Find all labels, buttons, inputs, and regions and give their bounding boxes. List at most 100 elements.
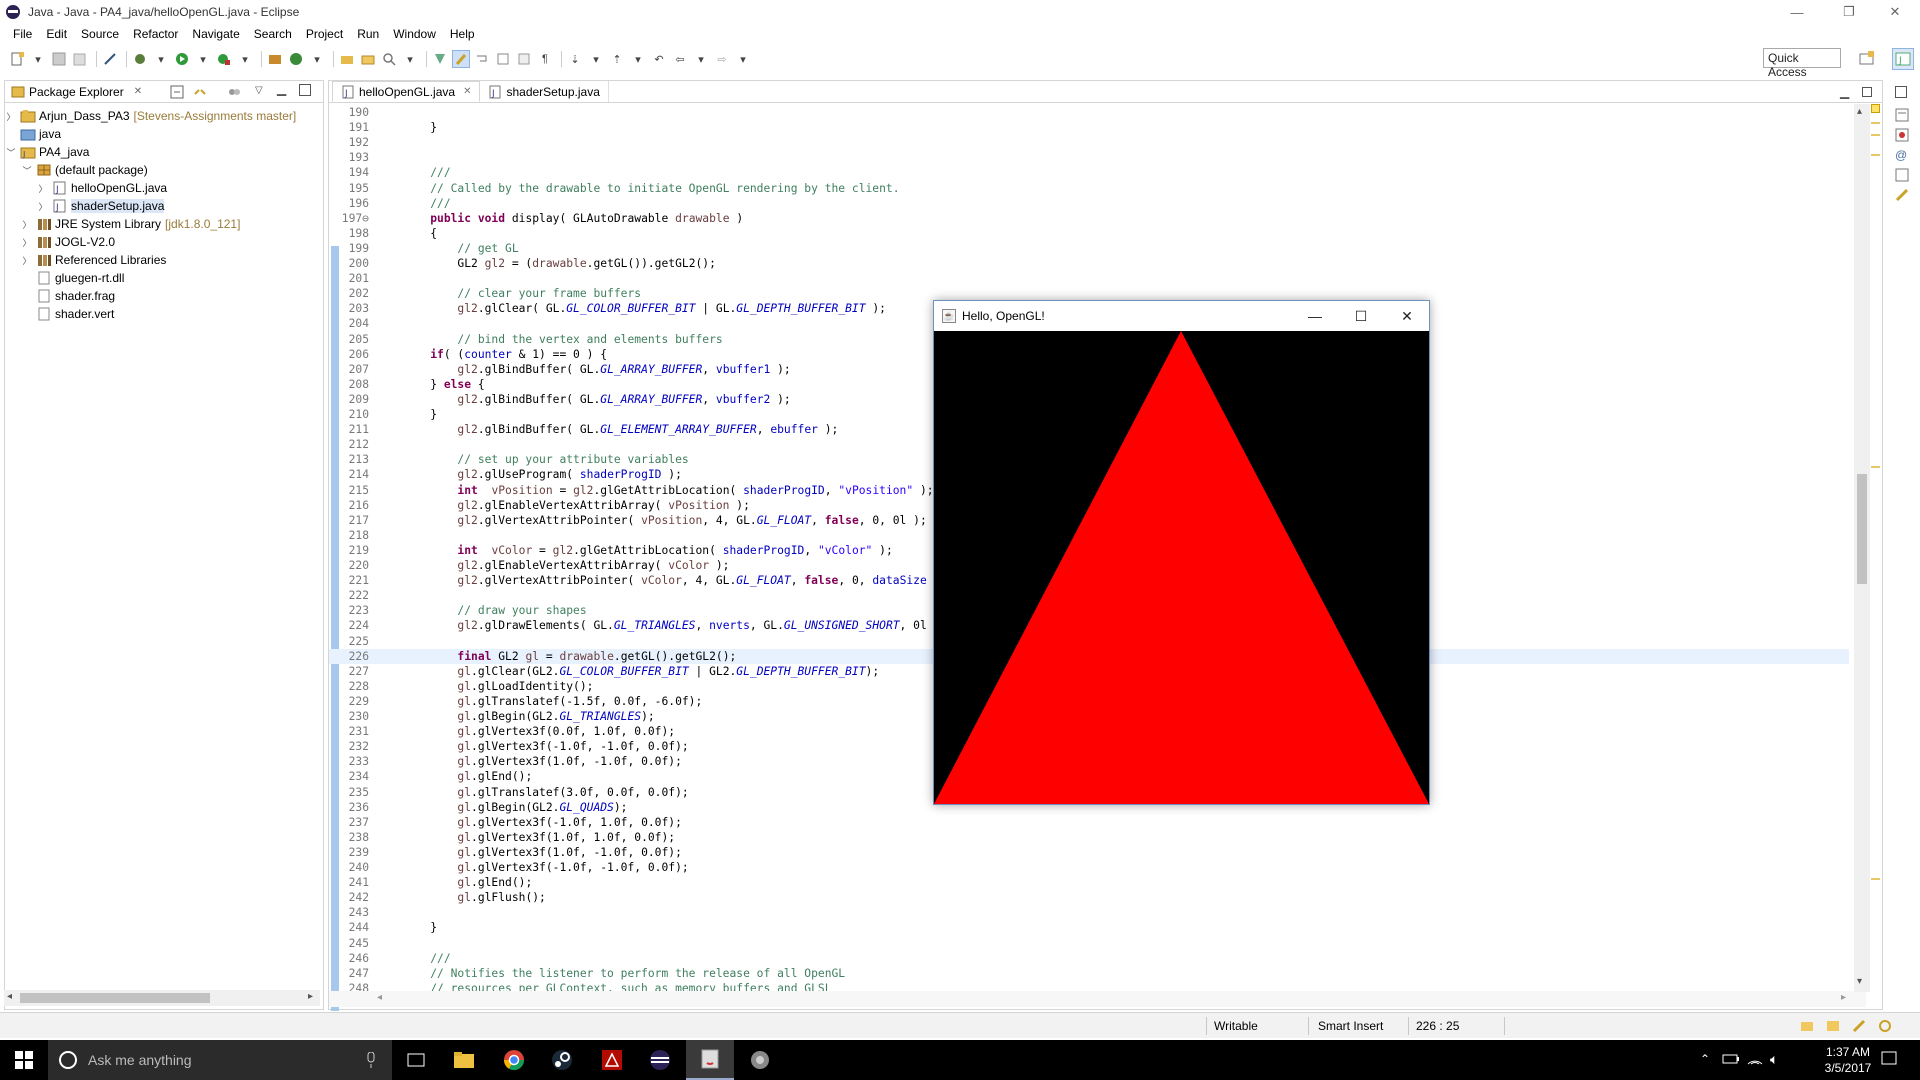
maximize-view-icon[interactable] xyxy=(299,84,311,96)
tree-item-shadersetup-java[interactable]: 〉 J shaderSetup.java xyxy=(37,197,165,215)
opengl-window[interactable]: ☕ Hello, OpenGL! — ☐ ✕ xyxy=(933,300,1430,805)
opengl-canvas[interactable] xyxy=(934,331,1429,804)
outline-icon[interactable] xyxy=(1895,188,1909,202)
warning-marker[interactable] xyxy=(1871,104,1880,113)
close-button[interactable]: ✕ xyxy=(1872,0,1918,24)
editor-hscrollbar[interactable]: ◂ ▸ xyxy=(329,991,1866,1007)
forward-icon[interactable]: ⇨ xyxy=(713,50,731,68)
close-tab-icon[interactable]: ✕ xyxy=(463,86,471,97)
gear-icon[interactable] xyxy=(1878,1019,1892,1033)
scroll-thumb[interactable] xyxy=(20,993,210,1003)
view-menu-icon[interactable]: ▽ xyxy=(255,85,267,99)
save-icon[interactable] xyxy=(50,50,68,68)
tree-item-shader-vert[interactable]: shader.vert xyxy=(21,305,114,323)
block-selection-icon[interactable] xyxy=(494,50,512,68)
book-icon[interactable] xyxy=(1826,1019,1840,1033)
tree-item-default-package[interactable]: ﹀ (default package) xyxy=(21,161,147,179)
declaration-icon[interactable] xyxy=(1895,168,1909,182)
code-line[interactable]: 238 gl.glVertex3f(1.0f, 1.0f, 0.0f); xyxy=(329,830,1849,845)
javadoc-icon[interactable]: @ xyxy=(1895,148,1909,162)
toggle-breadcrumb-icon[interactable] xyxy=(431,50,449,68)
minimize-button[interactable]: — xyxy=(1774,0,1820,24)
expand-icon[interactable]: 〉 xyxy=(21,254,33,267)
code-line[interactable]: 241 gl.glEnd(); xyxy=(329,875,1849,890)
code-line[interactable]: 199 // get GL xyxy=(329,241,1849,256)
code-line[interactable]: 198 { xyxy=(329,226,1849,241)
tree-item-java[interactable]: java xyxy=(5,125,61,143)
system-clock[interactable]: 1:37 AM 3/5/2017 xyxy=(1808,1044,1888,1076)
dropdown-icon[interactable]: ▾ xyxy=(29,50,47,68)
menu-file[interactable]: File xyxy=(6,27,39,41)
new-java-class-icon[interactable] xyxy=(287,50,305,68)
menu-refactor[interactable]: Refactor xyxy=(126,27,185,41)
pencil-icon[interactable] xyxy=(1852,1019,1866,1033)
action-center-icon[interactable] xyxy=(1880,1050,1898,1068)
package-explorer-close[interactable]: ✕ xyxy=(134,86,142,97)
code-line[interactable]: 246 /// xyxy=(329,951,1849,966)
collapse-icon[interactable]: ﹀ xyxy=(21,164,33,177)
quick-access-field[interactable]: Quick Access xyxy=(1763,48,1841,79)
external-tools-icon[interactable] xyxy=(215,50,233,68)
link-with-editor-icon[interactable] xyxy=(193,85,207,99)
eclipse-app[interactable] xyxy=(636,1040,684,1080)
open-type-icon[interactable] xyxy=(338,50,356,68)
maximize-editor-icon[interactable] xyxy=(1862,87,1872,97)
focus-on-active-task-icon[interactable] xyxy=(227,85,241,99)
tab-helloopengl[interactable]: J helloOpenGL.java ✕ xyxy=(332,81,481,102)
tree-item-jogl[interactable]: 〉 JOGL-V2.0 xyxy=(21,233,115,251)
menu-help[interactable]: Help xyxy=(443,27,482,41)
dropdown-icon[interactable]: ▾ xyxy=(587,50,605,68)
code-line[interactable]: 243 xyxy=(329,905,1849,920)
show-whitespace-icon[interactable] xyxy=(515,50,533,68)
code-line[interactable]: 244 } xyxy=(329,920,1849,935)
tree-item-referenced-libraries[interactable]: 〉 Referenced Libraries xyxy=(21,251,166,269)
code-line[interactable]: 245 xyxy=(329,936,1849,951)
open-perspective-icon[interactable] xyxy=(1858,50,1876,68)
code-line[interactable]: 197⊖ public void display( GLAutoDrawable… xyxy=(329,211,1849,226)
network-icon[interactable] xyxy=(1746,1052,1764,1066)
menu-navigate[interactable]: Navigate xyxy=(185,27,246,41)
word-wrap-icon[interactable] xyxy=(473,50,491,68)
overview-ruler[interactable] xyxy=(1870,104,1882,992)
code-line[interactable]: 194 /// xyxy=(329,165,1849,180)
code-line[interactable]: 192 xyxy=(329,135,1849,150)
menu-project[interactable]: Project xyxy=(299,27,350,41)
run-icon[interactable] xyxy=(173,50,191,68)
scroll-right-icon[interactable]: ▸ xyxy=(308,991,313,1002)
editor-vscrollbar[interactable]: ▴ ▾ xyxy=(1854,104,1870,992)
code-line[interactable]: 193 xyxy=(329,150,1849,165)
debug-icon[interactable] xyxy=(131,50,149,68)
code-line[interactable]: 196 /// xyxy=(329,196,1849,211)
battery-icon[interactable] xyxy=(1722,1052,1740,1066)
next-annotation-icon[interactable]: ⇣ xyxy=(566,50,584,68)
scroll-thumb[interactable] xyxy=(1857,474,1867,584)
task-list-icon[interactable] xyxy=(1895,108,1909,122)
new-java-package-icon[interactable] xyxy=(266,50,284,68)
java-app[interactable] xyxy=(686,1040,734,1080)
code-line[interactable]: 247 // Notifies the listener to perform … xyxy=(329,966,1849,981)
restore-icon[interactable] xyxy=(1895,86,1907,98)
progress-icon[interactable] xyxy=(1800,1019,1814,1033)
expand-icon[interactable]: 〉 xyxy=(37,200,49,213)
cortana-search-box[interactable]: Ask me anything xyxy=(48,1040,392,1080)
acrobat-app[interactable] xyxy=(588,1040,636,1080)
tree-item-shader-frag[interactable]: shader.frag xyxy=(21,287,115,305)
package-explorer-hscrollbar[interactable]: ◂ ▸ xyxy=(4,990,320,1006)
package-explorer-tab[interactable]: Package Explorer ✕ ▽ ▁ xyxy=(5,81,323,103)
dropdown-icon[interactable]: ▾ xyxy=(194,50,212,68)
microphone-icon[interactable] xyxy=(366,1051,376,1068)
dropdown-icon[interactable]: ▾ xyxy=(152,50,170,68)
back-icon[interactable]: ⇦ xyxy=(671,50,689,68)
status-insert-mode[interactable]: Smart Insert xyxy=(1318,1019,1383,1033)
tree-item-jre-system-library[interactable]: 〉 JRE System Library [jdk1.8.0_121] xyxy=(21,215,240,233)
open-folder-icon[interactable] xyxy=(359,50,377,68)
minimize-editor-icon[interactable]: ▁ xyxy=(1840,85,1849,99)
opengl-maximize-button[interactable]: ☐ xyxy=(1338,301,1384,331)
tab-shadersetup[interactable]: J shaderSetup.java xyxy=(480,81,609,102)
opengl-minimize-button[interactable]: — xyxy=(1292,301,1338,331)
tree-item-helloopengl-java[interactable]: 〉 J helloOpenGL.java xyxy=(37,179,167,197)
dropdown-icon[interactable]: ▾ xyxy=(236,50,254,68)
dropdown-icon[interactable]: ▾ xyxy=(401,50,419,68)
start-button[interactable] xyxy=(0,1040,48,1080)
expand-icon[interactable]: 〉 xyxy=(37,182,49,195)
